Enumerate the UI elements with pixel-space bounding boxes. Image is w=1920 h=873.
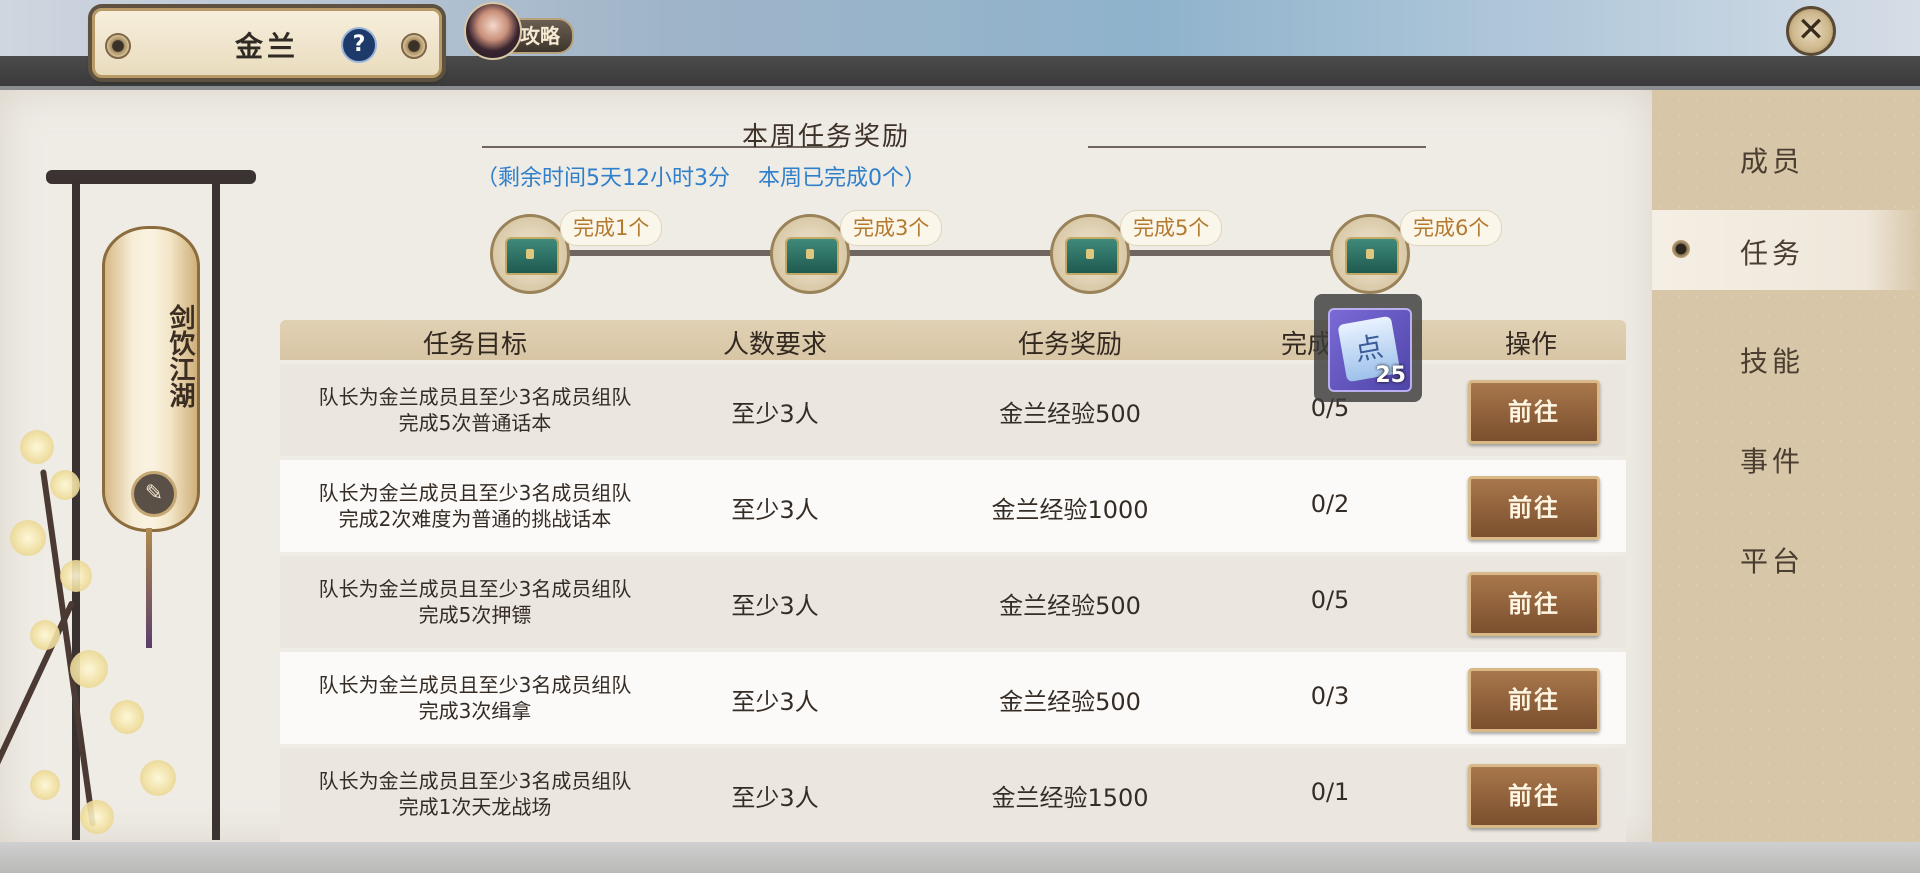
chest-icon[interactable]	[770, 214, 850, 294]
lantern-tassel	[146, 528, 152, 648]
milestone-label: 完成5个	[1120, 210, 1223, 246]
tab-bullet-icon	[1672, 240, 1690, 258]
task-goal: 队长为金兰成员且至少3名成员组队 完成5次押镖	[318, 577, 632, 627]
flower	[140, 760, 176, 796]
table-row: 队长为金兰成员且至少3名成员组队 完成3次缉拿 至少3人 金兰经验500 0/3…	[280, 652, 1626, 744]
tab-events[interactable]: 事件	[1652, 418, 1920, 498]
bottom-strip	[0, 842, 1920, 873]
task-goal: 队长为金兰成员且至少3名成员组队 完成1次天龙战场	[318, 769, 632, 819]
task-req: 至少3人	[731, 784, 819, 812]
task-progress: 0/1	[1310, 778, 1350, 806]
go-button[interactable]: 前往	[1468, 572, 1600, 636]
table-row: 队长为金兰成员且至少3名成员组队 完成1次天龙战场 至少3人 金兰经验1500 …	[280, 748, 1626, 842]
flower	[10, 520, 46, 556]
weekly-title: 本周任务奖励	[741, 122, 910, 152]
table-row: 队长为金兰成员且至少3名成员组队 完成2次难度为普通的挑战话本 至少3人 金兰经…	[280, 460, 1626, 552]
header-reward: 任务奖励	[1017, 330, 1122, 360]
flower	[70, 650, 108, 688]
tab-members[interactable]: 成员	[1652, 118, 1920, 198]
task-goal: 队长为金兰成员且至少3名成员组队 完成5次普通话本	[318, 385, 632, 435]
milestone-track	[528, 250, 1368, 256]
close-icon[interactable]: ✕	[1786, 6, 1836, 56]
guide-avatar[interactable]	[464, 2, 522, 60]
milestone-label: 完成6个	[1400, 210, 1503, 246]
flower	[50, 470, 80, 500]
flower	[20, 430, 54, 464]
flower	[80, 800, 114, 834]
page-title: 金兰	[234, 30, 299, 63]
tab-skills[interactable]: 技能	[1652, 318, 1920, 398]
go-button[interactable]: 前往	[1468, 476, 1600, 540]
chest-icon[interactable]	[1050, 214, 1130, 294]
milestone-label: 完成3个	[840, 210, 943, 246]
flower	[60, 560, 92, 592]
scroll-item-icon[interactable]: 点 25	[1328, 308, 1412, 392]
reward-tooltip: 点 25	[1314, 294, 1422, 402]
tab-label: 技能	[1740, 345, 1805, 378]
header-goal: 任务目标	[422, 330, 527, 360]
chest-icon[interactable]	[1330, 214, 1410, 294]
lantern-text: 剑饮江湖	[165, 304, 195, 408]
milestone-label: 完成1个	[560, 210, 663, 246]
task-reward: 金兰经验500	[999, 688, 1141, 716]
task-reward: 金兰经验500	[999, 592, 1141, 620]
go-button[interactable]: 前往	[1468, 668, 1600, 732]
chest-icon[interactable]	[490, 214, 570, 294]
lantern: 剑饮江湖 ✎	[102, 226, 200, 532]
task-req: 至少3人	[731, 592, 819, 620]
flower	[30, 620, 60, 650]
go-button[interactable]: 前往	[1468, 380, 1600, 444]
help-icon[interactable]: ?	[341, 27, 377, 63]
brush-icon[interactable]: ✎	[131, 471, 177, 517]
table-row: 队长为金兰成员且至少3名成员组队 完成5次普通话本 至少3人 金兰经验500 0…	[280, 364, 1626, 456]
title-plate: 金兰 ?	[92, 8, 442, 78]
tab-label: 成员	[1740, 145, 1805, 178]
task-reward: 金兰经验1000	[991, 496, 1149, 524]
tab-label: 任务	[1740, 237, 1805, 270]
lantern-pole	[212, 180, 220, 840]
table-row: 队长为金兰成员且至少3名成员组队 完成5次押镖 至少3人 金兰经验500 0/5…	[280, 556, 1626, 648]
task-reward: 金兰经验1500	[991, 784, 1149, 812]
go-button[interactable]: 前往	[1468, 764, 1600, 828]
tab-platform[interactable]: 平台	[1652, 518, 1920, 598]
task-goal: 队长为金兰成员且至少3名成员组队 完成3次缉拿	[318, 673, 632, 723]
task-progress: 0/3	[1310, 682, 1350, 710]
task-goal: 队长为金兰成员且至少3名成员组队 完成2次难度为普通的挑战话本	[318, 481, 632, 531]
ornament-icon	[401, 33, 427, 59]
task-progress: 0/2	[1310, 490, 1350, 518]
table-header: 任务目标 人数要求 任务奖励 完成进 操作	[280, 320, 1626, 360]
task-req: 至少3人	[731, 688, 819, 716]
task-req: 至少3人	[731, 496, 819, 524]
header-action: 操作	[1504, 330, 1557, 360]
weekly-subtitle: （剩余时间5天12小时3分 本周已完成0个）	[476, 166, 926, 191]
tab-label: 平台	[1740, 545, 1805, 578]
header-req: 人数要求	[722, 330, 827, 360]
item-count: 25	[1375, 363, 1406, 388]
tab-label: 事件	[1740, 445, 1805, 478]
task-reward: 金兰经验500	[999, 400, 1141, 428]
task-req: 至少3人	[731, 400, 819, 428]
flower	[30, 770, 60, 800]
flower	[110, 700, 144, 734]
task-progress: 0/5	[1310, 586, 1350, 614]
tab-tasks[interactable]: 任务	[1652, 210, 1920, 290]
